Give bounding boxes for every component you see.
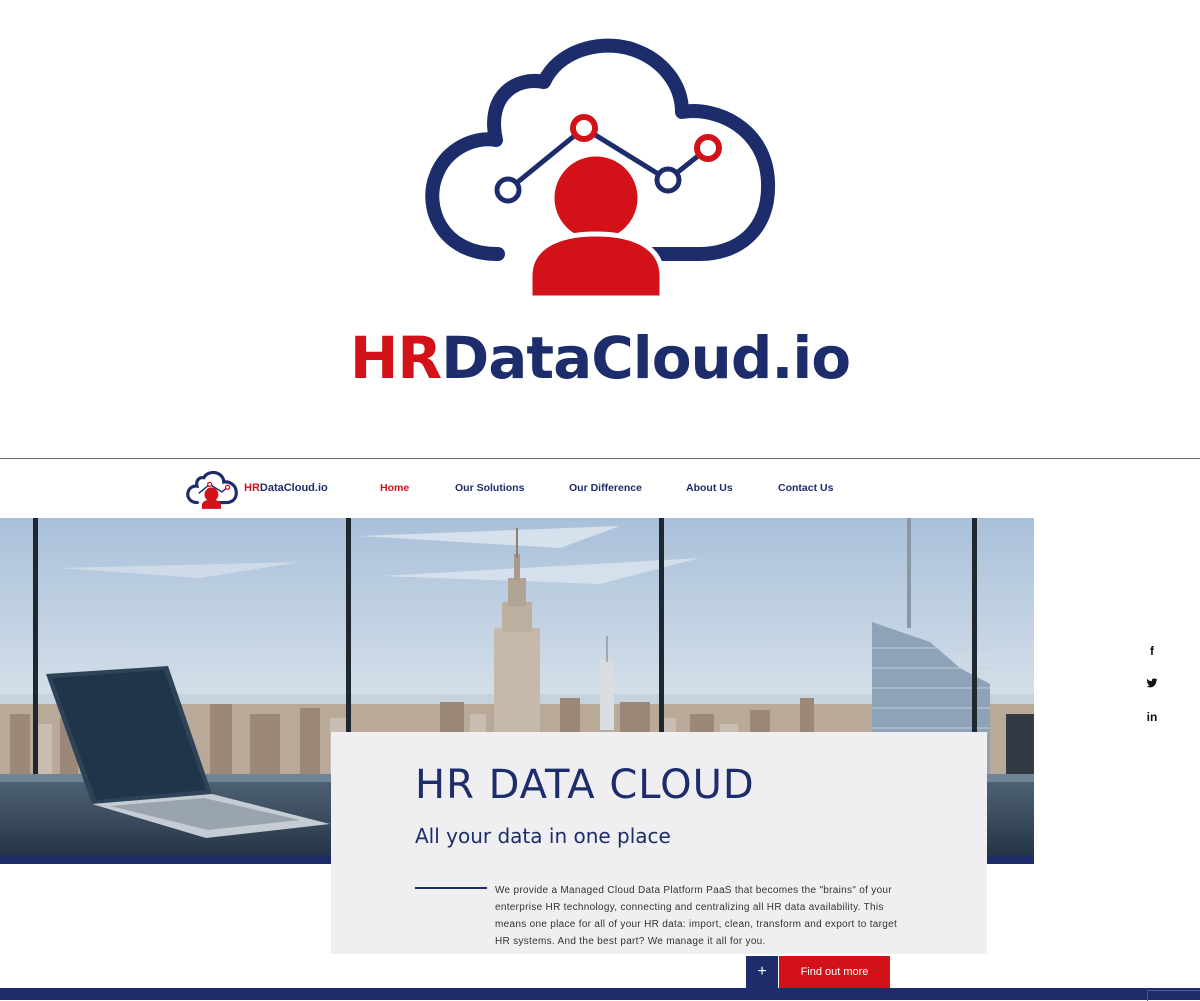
menu-our-difference[interactable]: Our Difference	[569, 482, 642, 494]
hero-subtitle: All your data in one place	[415, 824, 671, 848]
hero-content-card: HR DATA CLOUD All your data in one place…	[331, 732, 987, 954]
accent-rule	[415, 887, 487, 889]
facebook-icon[interactable]: f	[1140, 644, 1164, 658]
nav-logo-hr: HR	[244, 482, 260, 494]
wordmark-datacloud: DataCloud.io	[441, 324, 851, 392]
site-nav: HRDataCloud.io Home Our Solutions Our Di…	[0, 466, 1200, 512]
section-divider	[0, 458, 1200, 459]
nav-logo-icon[interactable]	[186, 470, 238, 515]
menu-home[interactable]: Home	[380, 482, 409, 494]
plus-button[interactable]: +	[746, 956, 778, 988]
wordmark-hr: HR	[349, 324, 442, 392]
footer-bar	[0, 988, 1200, 1001]
menu-about-us[interactable]: About Us	[686, 482, 733, 494]
logo-wordmark: HRDataCloud.io	[0, 318, 1200, 398]
hero-title: HR DATA CLOUD	[415, 762, 755, 808]
nav-logo-wordmark[interactable]: HRDataCloud.io	[244, 482, 328, 494]
linkedin-icon[interactable]: in	[1140, 710, 1164, 724]
hero-description: We provide a Managed Cloud Data Platform…	[495, 885, 898, 947]
find-out-more-button[interactable]: Find out more	[779, 956, 890, 988]
hr-data-cloud-logo: HRDataCloud.io	[0, 0, 1200, 440]
footer-corner-box	[1147, 990, 1200, 1001]
nav-logo-datacloud: DataCloud.io	[259, 482, 328, 494]
twitter-icon[interactable]	[1140, 677, 1164, 692]
menu-our-solutions[interactable]: Our Solutions	[455, 482, 524, 494]
menu-contact-us[interactable]: Contact Us	[778, 482, 833, 494]
cloud-person-logo-icon	[425, 38, 776, 298]
